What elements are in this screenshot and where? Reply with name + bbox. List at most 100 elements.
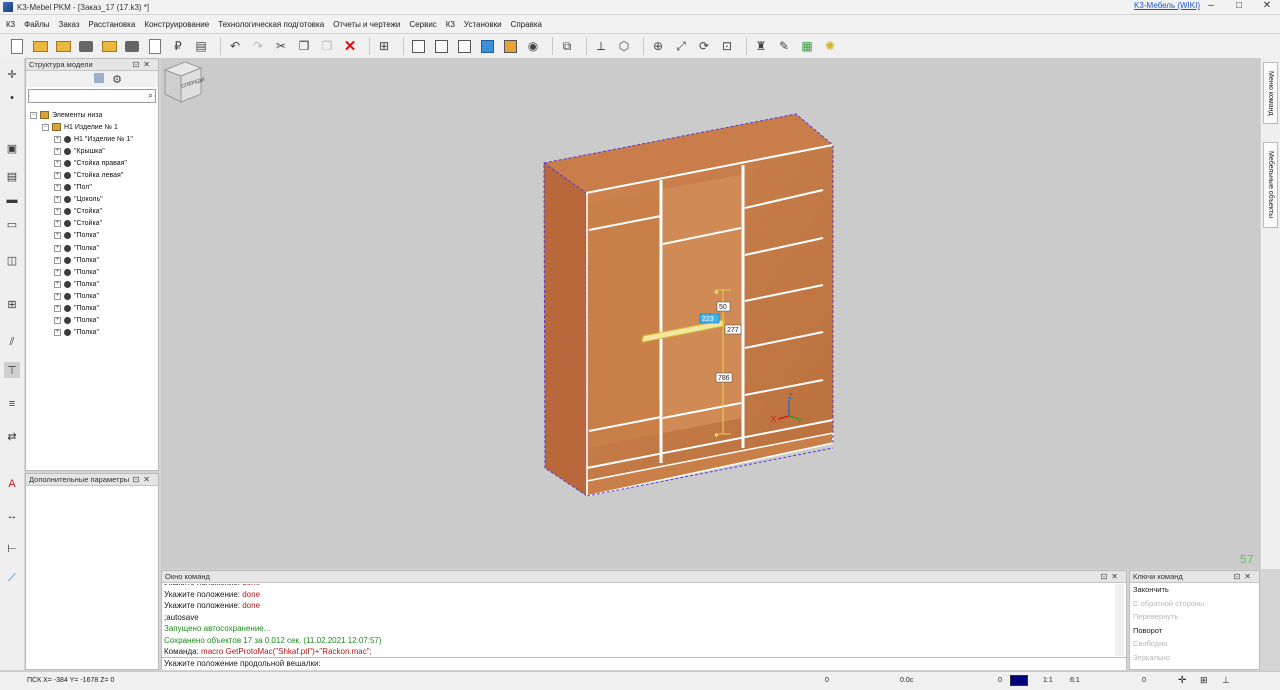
tree-node[interactable]: + "Полка" <box>26 230 158 242</box>
command-key-item[interactable]: Закончить <box>1130 583 1259 597</box>
axes-icon[interactable]: ⟂ <box>592 37 610 55</box>
scale-2[interactable]: 6:1 <box>1070 677 1080 684</box>
grid-snap-icon[interactable]: ⊞ <box>1200 675 1208 686</box>
grid-icon[interactable]: ⊞ <box>375 37 393 55</box>
zoom-box-icon[interactable]: ⊡ <box>718 37 736 55</box>
tab-furniture-objects[interactable]: Мебельные объекты <box>1263 142 1278 228</box>
dimension-icon[interactable]: ↔ <box>4 508 20 524</box>
tree-node[interactable]: + Н1 "Изделие № 1" <box>26 133 158 145</box>
snap-point-icon[interactable]: ✛ <box>4 66 20 82</box>
box-icon[interactable]: ▭ <box>4 216 20 232</box>
print-icon[interactable] <box>123 37 141 55</box>
maximize-button[interactable]: □ <box>1232 0 1246 11</box>
tree-node[interactable]: + "Стойка правая" <box>26 157 158 169</box>
expand-toggle-icon[interactable]: + <box>54 329 61 337</box>
tree-node[interactable]: + "Крышка" <box>26 145 158 157</box>
expand-toggle-icon[interactable]: + <box>54 232 61 240</box>
menu-settings[interactable]: Установки <box>464 20 502 29</box>
expand-toggle-icon[interactable]: + <box>54 172 61 180</box>
grip-point[interactable]: ✦ <box>713 288 720 297</box>
tree-node[interactable]: + "Полка" <box>26 266 158 278</box>
expand-toggle-icon[interactable]: + <box>54 256 61 264</box>
scale-1[interactable]: 1:1 <box>1043 677 1053 684</box>
expand-toggle-icon[interactable]: + <box>54 292 61 300</box>
zoom-all-icon[interactable]: ⟳ <box>695 37 713 55</box>
log-scrollbar[interactable] <box>1115 584 1124 656</box>
left-side-panel[interactable] <box>543 162 588 497</box>
expand-toggle-icon[interactable]: + <box>54 147 61 155</box>
panel-pin-close-icon[interactable]: ⊡✕ <box>1234 571 1255 582</box>
expand-toggle-icon[interactable]: − <box>42 123 49 131</box>
gear-icon[interactable]: ⚙ <box>112 73 122 86</box>
zoom-in-icon[interactable]: ⊕ <box>649 37 667 55</box>
zoom-window-icon[interactable]: ⤢ <box>672 37 690 55</box>
expand-toggle-icon[interactable]: − <box>30 111 37 119</box>
save-icon[interactable] <box>77 37 95 55</box>
3d-viewport[interactable]: 50 223 277 786 ✦ ✦ ✦ X Y Z СПЕРЕДИ 57 <box>161 58 1260 569</box>
menu-reports[interactable]: Отчеты и чертежи <box>333 20 400 29</box>
expand-toggle-icon[interactable]: + <box>54 305 61 313</box>
cube-wire-icon[interactable] <box>409 37 427 55</box>
viewpoint-icon[interactable]: ◉ <box>524 37 542 55</box>
grip-point[interactable]: ✦ <box>640 336 647 345</box>
build-icon[interactable]: ▣ <box>4 140 20 156</box>
menu-service[interactable]: Сервис <box>409 20 436 29</box>
menu-design[interactable]: Конструирование <box>144 20 209 29</box>
tab-command-menu[interactable]: Меню команд <box>1263 62 1278 124</box>
cube-texture-icon[interactable] <box>501 37 519 55</box>
palette-icon[interactable]: ▦ <box>798 37 816 55</box>
menu-order[interactable]: Заказ <box>59 20 80 29</box>
tree-node[interactable]: + "Стойка" <box>26 218 158 230</box>
shelf-icon[interactable]: ▬ <box>4 192 20 208</box>
undo-icon[interactable]: ↶ <box>226 37 244 55</box>
tree-node[interactable]: + "Пол" <box>26 182 158 194</box>
minimize-button[interactable]: – <box>1204 0 1218 11</box>
stand-icon[interactable]: ◫ <box>4 252 20 268</box>
paste-icon[interactable]: ❐ <box>318 37 336 55</box>
price-icon[interactable]: ₽ <box>169 37 187 55</box>
grid-edit-icon[interactable]: ⊞ <box>4 296 20 312</box>
open-folder-icon[interactable] <box>31 37 49 55</box>
tree-node[interactable]: + "Полка" <box>26 278 158 290</box>
cube-blue-icon[interactable] <box>478 37 496 55</box>
replace-icon[interactable]: ⇄ <box>4 428 20 444</box>
menu-k3-logo[interactable]: К3 <box>6 20 15 29</box>
close-button[interactable]: ✕ <box>1260 0 1274 11</box>
panel-pin-close-icon[interactable]: ⊡✕ <box>133 474 154 485</box>
tree-node[interactable]: + "Полка" <box>26 242 158 254</box>
delete-icon[interactable]: ✕ <box>341 37 359 55</box>
ortho-icon[interactable]: ⊥ <box>1222 675 1230 686</box>
light-icon[interactable]: ✺ <box>821 37 839 55</box>
command-key-item[interactable]: Поворот <box>1130 624 1259 638</box>
panel-pin-close-icon[interactable]: ⊡✕ <box>133 59 154 70</box>
tree-node[interactable]: + "Стойка левая" <box>26 169 158 181</box>
expand-toggle-icon[interactable]: + <box>54 317 61 325</box>
redo-icon[interactable]: ↷ <box>249 37 267 55</box>
layers-icon[interactable] <box>94 73 104 83</box>
table-icon[interactable]: ▤ <box>192 37 210 55</box>
brush-icon[interactable]: ♜ <box>752 37 770 55</box>
current-color-swatch[interactable] <box>1010 675 1028 686</box>
tree-node[interactable]: − Н1 Изделие № 1 <box>26 121 158 133</box>
stack-icon[interactable]: ≡ <box>4 396 20 412</box>
expand-toggle-icon[interactable]: + <box>54 268 61 276</box>
expand-toggle-icon[interactable]: + <box>54 159 61 167</box>
tree-node[interactable]: + "Стойка" <box>26 206 158 218</box>
cube-hidden-icon[interactable] <box>432 37 450 55</box>
tree-node[interactable]: + "Цоколь" <box>26 194 158 206</box>
grip-point[interactable]: ✦ <box>713 431 720 440</box>
menu-k3[interactable]: К3 <box>446 20 455 29</box>
picker-icon[interactable]: ✎ <box>775 37 793 55</box>
cut-icon[interactable]: ✂ <box>272 37 290 55</box>
copy-icon[interactable]: ❐ <box>295 37 313 55</box>
menu-tech-prep[interactable]: Технологическая подготовка <box>218 20 324 29</box>
layers-icon[interactable]: ⧉ <box>558 37 576 55</box>
command-prompt[interactable]: Укажите положение продольной вешалки: <box>162 657 1126 670</box>
cube-3d-icon[interactable]: ⬡ <box>615 37 633 55</box>
tree-node[interactable]: + "Полка" <box>26 254 158 266</box>
open-folder-2-icon[interactable] <box>54 37 72 55</box>
panel-pin-close-icon[interactable]: ⊡✕ <box>1101 571 1122 582</box>
tree-search-input[interactable]: ⌕ <box>28 89 156 103</box>
menu-help[interactable]: Справка <box>511 20 542 29</box>
hanger-icon[interactable]: ⊤ <box>4 362 20 378</box>
